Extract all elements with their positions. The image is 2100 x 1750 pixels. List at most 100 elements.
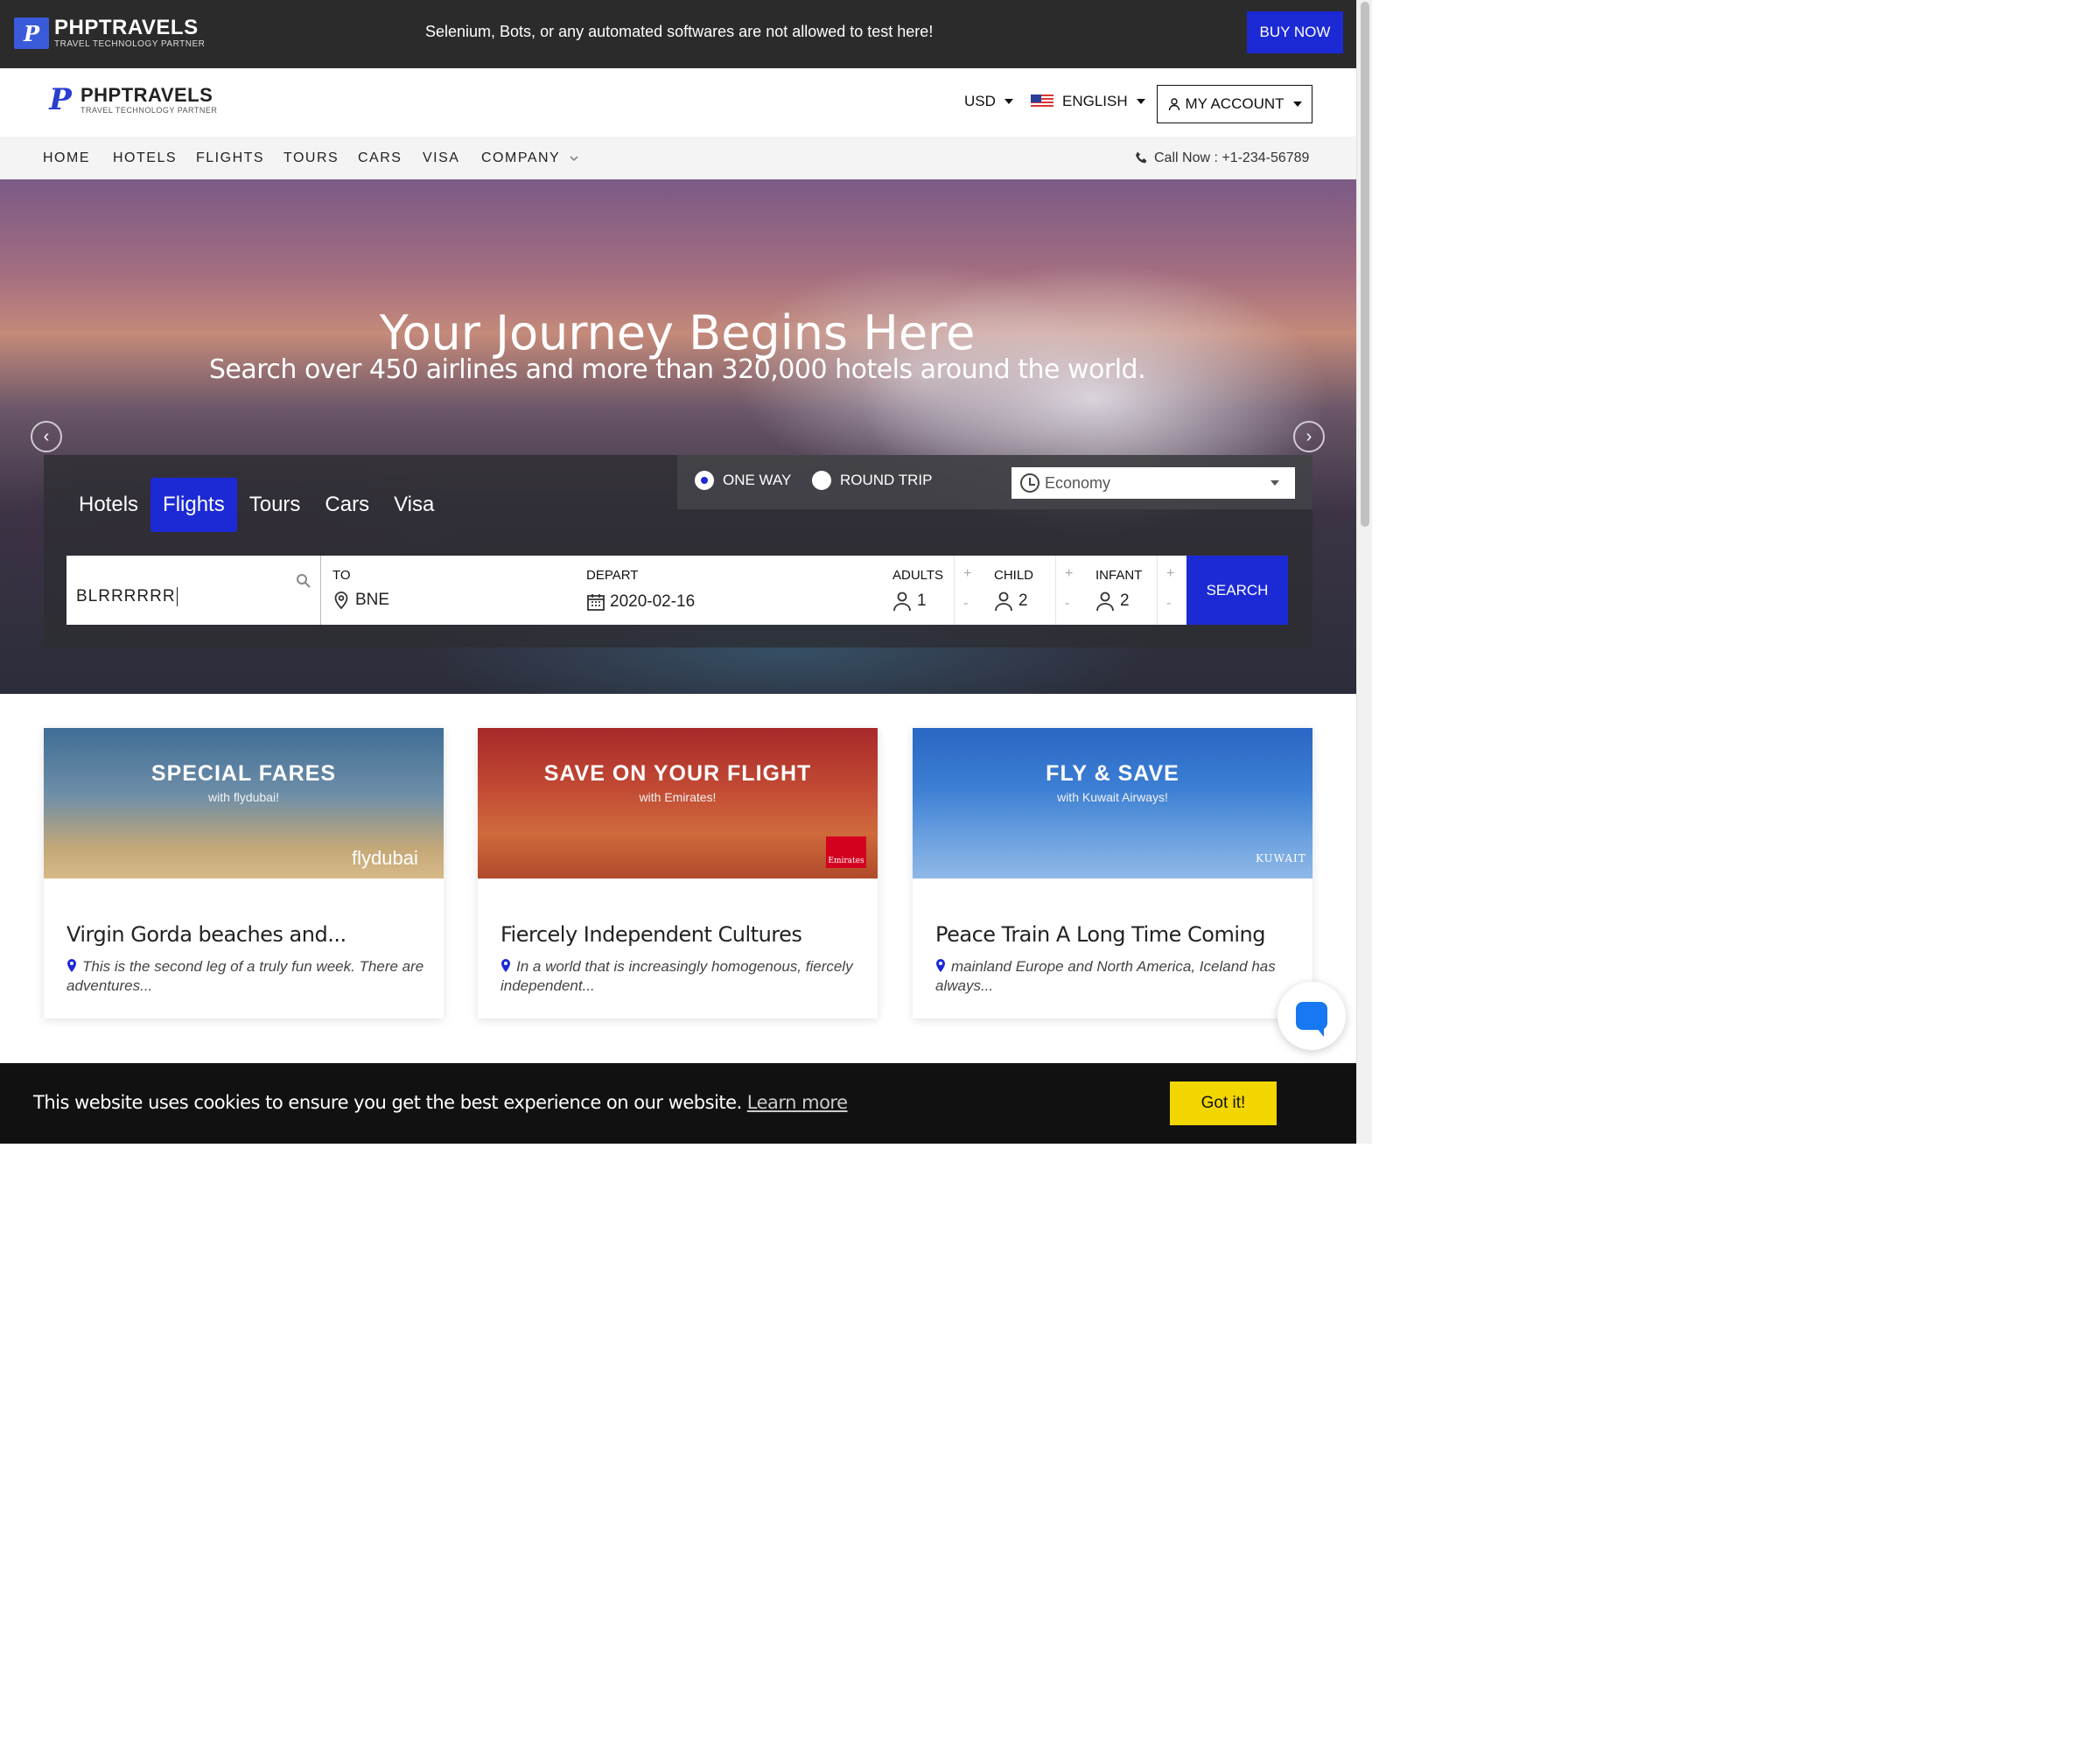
infant-field: INFANT 2 bbox=[1096, 556, 1157, 625]
banner-title: SAVE ON YOUR FLIGHT bbox=[543, 761, 812, 786]
chevron-down-icon bbox=[570, 156, 578, 162]
currency-label: USD bbox=[964, 93, 996, 109]
infant-plus-button[interactable]: + bbox=[1166, 566, 1174, 582]
nav-tours[interactable]: TOURS bbox=[284, 150, 339, 166]
offer-card[interactable]: FLY & SAVE with Kuwait Airways! KUWAIT P… bbox=[913, 728, 1312, 1018]
depart-value: 2020-02-16 bbox=[610, 592, 696, 611]
nav-company[interactable]: COMPANY bbox=[481, 150, 579, 166]
cookie-banner: This website uses cookies to ensure you … bbox=[0, 1063, 1356, 1144]
search-panel: Hotels Flights Tours Cars Visa ONE WAY R… bbox=[44, 455, 1312, 648]
banner-subtitle: with Kuwait Airways! bbox=[1057, 790, 1168, 804]
one-way-label: ONE WAY bbox=[723, 472, 792, 488]
depart-label: DEPART bbox=[586, 568, 639, 583]
hero-section: Your Journey Begins Here Search over 450… bbox=[0, 179, 1356, 694]
scrollbar-thumb[interactable] bbox=[1361, 2, 1369, 527]
bot-warning: Selenium, Bots, or any automated softwar… bbox=[425, 23, 934, 40]
divider bbox=[320, 556, 321, 625]
child-minus-button[interactable]: - bbox=[1065, 596, 1069, 612]
tab-hotels[interactable]: Hotels bbox=[66, 478, 150, 532]
cabin-class-value: Economy bbox=[1045, 473, 1111, 492]
search-icon bbox=[297, 574, 311, 588]
kuwait-airways-logo: KUWAIT bbox=[1256, 852, 1306, 864]
card-description: In a world that is increasingly homogeno… bbox=[500, 957, 859, 996]
adults-stepper: + - bbox=[954, 556, 982, 625]
card-description-text: In a world that is increasingly homogeno… bbox=[500, 958, 853, 994]
language-dropdown[interactable]: ENGLISH bbox=[1031, 93, 1145, 110]
infant-label: INFANT bbox=[1096, 568, 1143, 583]
from-field[interactable]: BLRRRRRR bbox=[66, 556, 320, 625]
got-it-button[interactable]: Got it! bbox=[1170, 1082, 1277, 1125]
chevron-down-icon bbox=[1136, 99, 1145, 104]
to-value: BNE bbox=[355, 591, 390, 609]
my-account-label: MY ACCOUNT bbox=[1185, 95, 1284, 112]
calendar-icon bbox=[587, 594, 605, 611]
slider-next-arrow-icon[interactable]: › bbox=[1293, 421, 1325, 452]
from-input-value: BLRRRRRR bbox=[76, 587, 176, 606]
tab-cars[interactable]: Cars bbox=[312, 478, 382, 532]
infant-value: 2 bbox=[1120, 592, 1130, 610]
chevron-down-icon bbox=[1292, 102, 1302, 107]
card-description-text: This is the second leg of a truly fun we… bbox=[66, 958, 424, 994]
user-icon bbox=[1096, 592, 1114, 612]
one-way-radio[interactable]: ONE WAY bbox=[695, 471, 791, 490]
offer-card[interactable]: SAVE ON YOUR FLIGHT with Emirates! Emira… bbox=[478, 728, 878, 1018]
infant-minus-button[interactable]: - bbox=[1166, 596, 1171, 612]
learn-more-link[interactable]: Learn more bbox=[747, 1092, 848, 1113]
my-account-button[interactable]: MY ACCOUNT bbox=[1157, 85, 1312, 123]
search-button[interactable]: SEARCH bbox=[1186, 556, 1288, 625]
nav-hotels[interactable]: HOTELS bbox=[113, 150, 177, 166]
child-plus-button[interactable]: + bbox=[1065, 566, 1073, 582]
currency-dropdown[interactable]: USD bbox=[964, 93, 1013, 110]
tab-visa[interactable]: Visa bbox=[382, 478, 446, 532]
cookie-message: This website uses cookies to ensure you … bbox=[33, 1092, 848, 1113]
page-scrollbar[interactable] bbox=[1356, 0, 1372, 1144]
nav-flights[interactable]: FLIGHTS bbox=[196, 150, 264, 166]
clock-icon bbox=[1020, 473, 1040, 493]
cabin-class-select[interactable]: Economy bbox=[1012, 467, 1295, 499]
main-nav: HOME HOTELS FLIGHTS TOURS CARS VISA COMP… bbox=[0, 136, 1356, 179]
infant-stepper: + - bbox=[1157, 556, 1185, 625]
header-logo[interactable]: P PHPTRAVELS TRAVEL TECHNOLOGY PARTNER bbox=[46, 82, 217, 117]
location-pin-icon bbox=[67, 959, 76, 972]
top-brand-tagline: TRAVEL TECHNOLOGY PARTNER bbox=[54, 39, 206, 49]
trip-options: ONE WAY ROUND TRIP Economy bbox=[677, 455, 1312, 509]
user-icon bbox=[995, 592, 1012, 612]
flydubai-logo: flydubai bbox=[352, 847, 418, 869]
location-pin-icon bbox=[936, 959, 945, 972]
adults-plus-button[interactable]: + bbox=[963, 566, 971, 582]
offer-banner[interactable]: FLY & SAVE with Kuwait Airways! KUWAIT bbox=[913, 728, 1312, 878]
offer-banner[interactable]: SAVE ON YOUR FLIGHT with Emirates! Emira… bbox=[478, 728, 878, 878]
site-header: P PHPTRAVELS TRAVEL TECHNOLOGY PARTNER U… bbox=[0, 68, 1356, 136]
round-trip-label: ROUND TRIP bbox=[840, 472, 933, 488]
top-bar: P PHPTRAVELS TRAVEL TECHNOLOGY PARTNER S… bbox=[0, 0, 1356, 68]
buy-now-button[interactable]: BUY NOW bbox=[1247, 11, 1343, 53]
nav-cars[interactable]: CARS bbox=[358, 150, 402, 166]
depart-field[interactable]: DEPART 2020-02-16 bbox=[586, 556, 875, 625]
phone-icon bbox=[1136, 151, 1147, 164]
offer-banner[interactable]: SPECIAL FARES with flydubai! flydubai bbox=[44, 728, 444, 878]
offer-card[interactable]: SPECIAL FARES with flydubai! flydubai Vi… bbox=[44, 728, 444, 1018]
round-trip-radio[interactable]: ROUND TRIP bbox=[812, 471, 932, 490]
child-stepper: + - bbox=[1055, 556, 1083, 625]
tab-flights[interactable]: Flights bbox=[150, 478, 237, 532]
flight-search-form: BLRRRRRR TO BNE DEPART 2020-02-16 ADULTS… bbox=[66, 556, 1288, 625]
banner-subtitle: with Emirates! bbox=[639, 790, 717, 804]
chat-widget-button[interactable] bbox=[1278, 982, 1346, 1050]
location-pin-icon bbox=[501, 959, 510, 972]
card-title[interactable]: Peace Train A Long Time Coming bbox=[935, 922, 1265, 947]
card-title[interactable]: Virgin Gorda beaches and... bbox=[66, 922, 346, 947]
adults-minus-button[interactable]: - bbox=[963, 596, 968, 612]
top-logo[interactable]: P PHPTRAVELS TRAVEL TECHNOLOGY PARTNER bbox=[14, 18, 205, 49]
slider-prev-arrow-icon[interactable]: ‹ bbox=[31, 421, 62, 452]
emirates-logo: Emirates bbox=[826, 836, 866, 868]
card-title[interactable]: Fiercely Independent Cultures bbox=[500, 922, 802, 947]
to-field[interactable]: TO BNE bbox=[332, 556, 578, 625]
banner-title: SPECIAL FARES bbox=[150, 761, 337, 786]
adults-label: ADULTS bbox=[892, 568, 944, 583]
call-now[interactable]: Call Now : +1-234-56789 bbox=[1134, 150, 1309, 166]
cookie-message-text: This website uses cookies to ensure you … bbox=[33, 1092, 742, 1113]
nav-home[interactable]: HOME bbox=[43, 150, 90, 166]
header-brand-name: PHPTRAVELS bbox=[80, 83, 214, 106]
tab-tours[interactable]: Tours bbox=[237, 478, 313, 532]
nav-visa[interactable]: VISA bbox=[423, 150, 459, 166]
